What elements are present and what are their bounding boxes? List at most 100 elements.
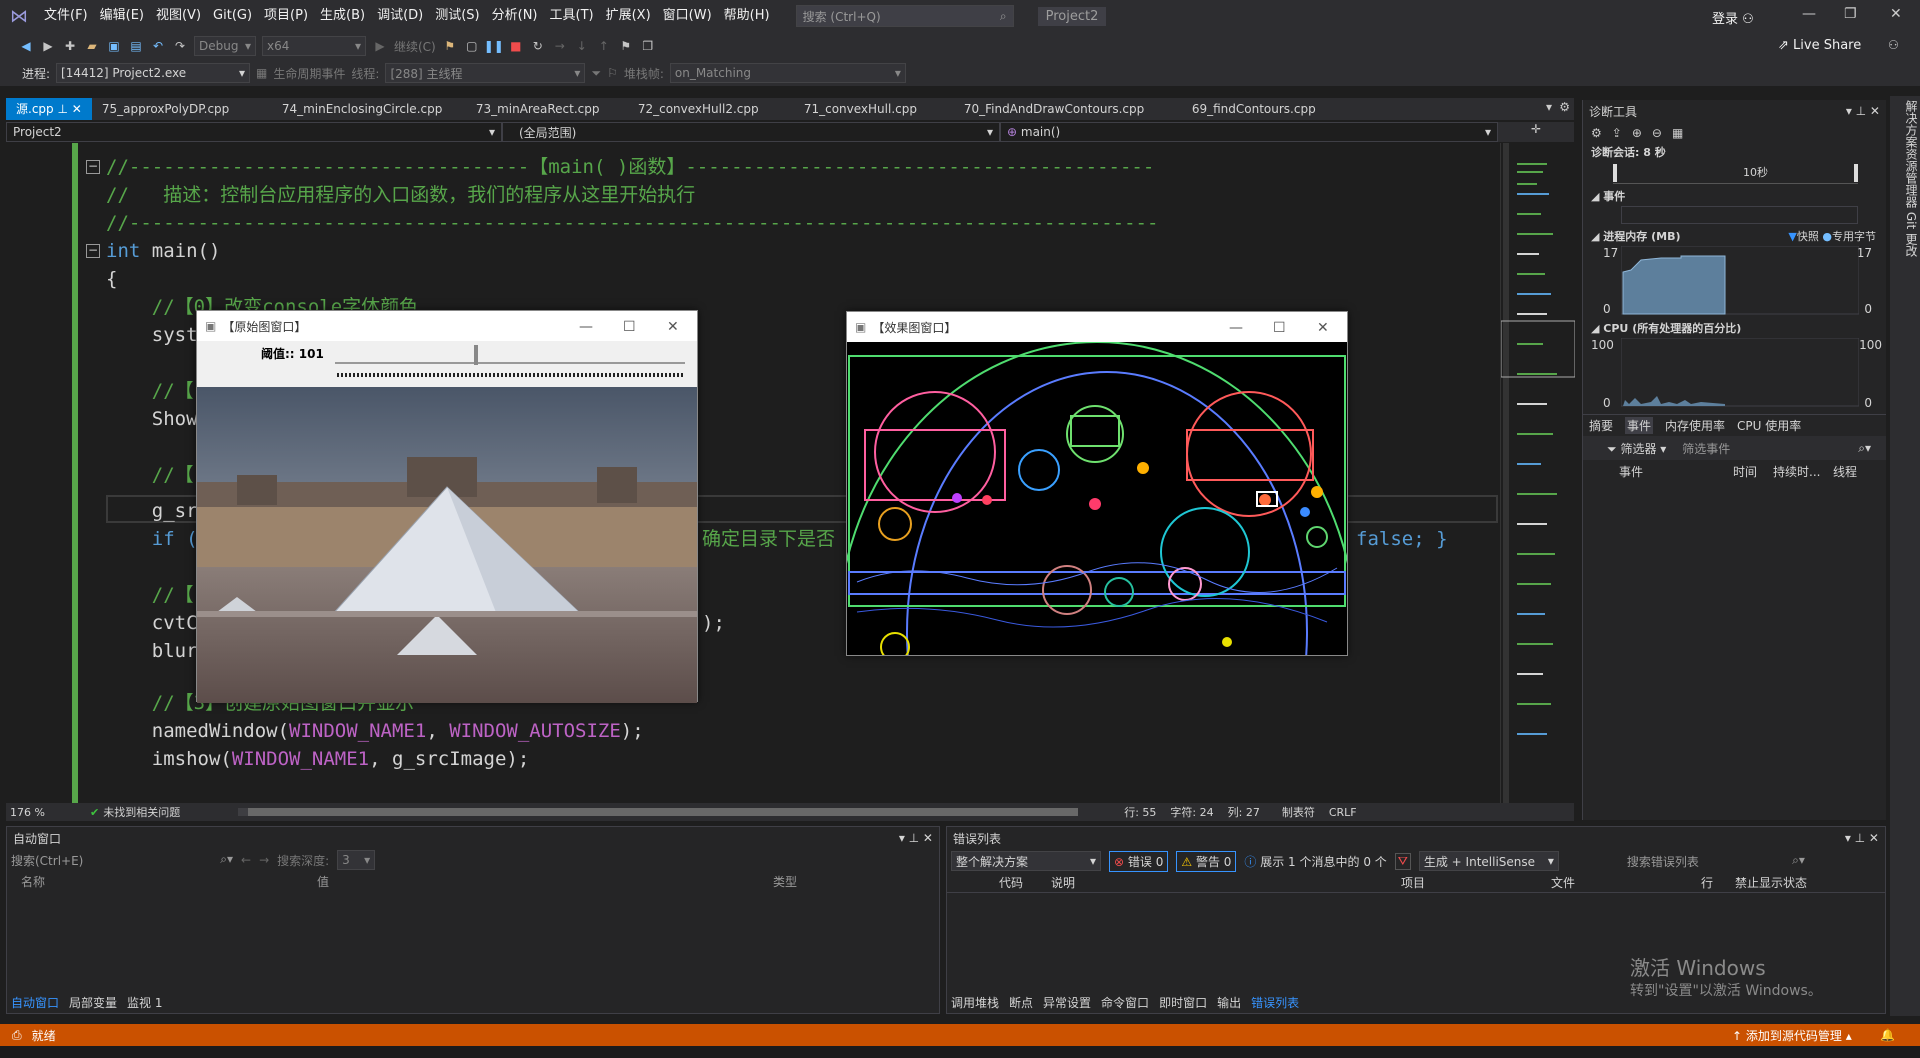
back-icon[interactable]: ◀: [18, 38, 34, 54]
minimize-icon[interactable]: —: [579, 319, 593, 335]
opencv-original-title-bar[interactable]: ▣ 【原始图窗口】 — ☐ ✕: [197, 311, 697, 341]
build-filter-icon[interactable]: ⛛: [1394, 852, 1411, 870]
minimize-icon[interactable]: —: [1802, 6, 1816, 22]
undo-icon[interactable]: ↶: [150, 38, 166, 54]
column-thread[interactable]: 线程: [1833, 463, 1857, 480]
side-tool-strip[interactable]: 解决方案资源管理器 Git 更改: [1890, 96, 1920, 1016]
stack-frame-select[interactable]: on_Matching ▾: [669, 63, 906, 83]
menu-debug[interactable]: 调试(D): [371, 0, 429, 32]
code-minimap-scrollbar[interactable]: [1500, 143, 1576, 803]
memory-section-header[interactable]: ◢ 进程内存 (MB) ▼快照 ●专用字节: [1583, 228, 1886, 246]
export-icon[interactable]: ⇪: [1612, 126, 1622, 140]
step-over-icon[interactable]: ↓: [574, 38, 590, 54]
feedback-icon[interactable]: ⚇: [1888, 38, 1899, 52]
opencv-original-window[interactable]: ▣ 【原始图窗口】 — ☐ ✕ 阈值:: 101: [196, 310, 698, 703]
column-type[interactable]: 类型: [773, 873, 797, 890]
tab-list-icon[interactable]: ▾: [1546, 100, 1552, 114]
tabs-indicator[interactable]: 制表符: [1282, 804, 1315, 820]
add-to-source-control-button[interactable]: ↑ 添加到源代码管理 ▴: [1732, 1027, 1852, 1044]
tab-call-stack[interactable]: 调用堆栈: [951, 994, 999, 1011]
menu-analyze[interactable]: 分析(N): [486, 0, 544, 32]
forward-icon[interactable]: ▶: [40, 38, 56, 54]
menu-view[interactable]: 视图(V): [150, 0, 207, 32]
error-search-input[interactable]: 搜索错误列表 ⌕▾: [1627, 853, 1805, 870]
messages-filter-button[interactable]: ⓘ 展示 1 个消息中的 0 个: [1244, 853, 1386, 870]
pin-icon[interactable]: ⊥: [57, 102, 67, 116]
zoom-out-icon[interactable]: ⊖: [1652, 126, 1662, 140]
platform-select[interactable]: x64 ▾: [262, 36, 366, 56]
maximize-icon[interactable]: ☐: [623, 319, 636, 335]
issues-status[interactable]: 未找到相关问题: [103, 804, 180, 820]
visual-studio-logo-icon[interactable]: ⋈: [0, 0, 38, 32]
member-select[interactable]: ⊕ main() ▾: [1000, 122, 1498, 142]
tab-69-findcontours[interactable]: 69_findContours.cpp: [1182, 98, 1372, 120]
thread-select[interactable]: [288] 主线程 ▾: [385, 63, 586, 83]
scrollbar-thumb[interactable]: [248, 808, 1079, 816]
column-description[interactable]: 说明: [1051, 874, 1401, 891]
close-tab-icon[interactable]: ✕: [72, 102, 82, 116]
panel-controls[interactable]: ▾ ⊥ ✕: [899, 831, 933, 845]
build-source-select[interactable]: 生成 + IntelliSense ▾: [1418, 851, 1559, 871]
tab-error-list[interactable]: 错误列表: [1251, 994, 1299, 1011]
collapse-icon[interactable]: −: [86, 160, 100, 174]
tab-75-approxpolydp[interactable]: 75_approxPolyDP.cpp: [92, 98, 272, 120]
menu-extensions[interactable]: 扩展(X): [600, 0, 657, 32]
sign-in-link[interactable]: 登录 ⚇: [1712, 8, 1754, 27]
reset-view-icon[interactable]: ▦: [1672, 126, 1683, 140]
global-search-input[interactable]: 搜索 (Ctrl+Q) ⌕: [795, 5, 1014, 27]
tab-immediate-window[interactable]: 即时窗口: [1159, 994, 1207, 1011]
tab-74-minenclosingcircle[interactable]: 74_minEnclosingCircle.cpp: [272, 98, 466, 120]
pause-icon[interactable]: ❚❚: [484, 38, 504, 54]
tab-locals[interactable]: 局部变量: [69, 994, 117, 1011]
maximize-icon[interactable]: ☐: [1273, 320, 1286, 336]
menu-file[interactable]: 文件(F): [38, 0, 94, 32]
tab-output[interactable]: 输出: [1217, 994, 1241, 1011]
bookmark-icon[interactable]: ❐: [640, 38, 656, 54]
continue-button[interactable]: 继续(C): [394, 38, 436, 55]
tab-autos[interactable]: 自动窗口: [11, 994, 59, 1011]
column-suppression[interactable]: 禁止显示状态: [1735, 874, 1807, 891]
column-line[interactable]: 行: [1701, 874, 1735, 891]
close-icon[interactable]: ✕: [1317, 320, 1329, 336]
threshold-slider-thumb[interactable]: [473, 345, 478, 365]
column-name[interactable]: 名称: [7, 873, 317, 890]
gear-icon[interactable]: ⚙: [1559, 100, 1570, 114]
process-select[interactable]: [14412] Project2.exe ▾: [56, 63, 251, 83]
tab-exception-settings[interactable]: 异常设置: [1043, 994, 1091, 1011]
tab-watch-1[interactable]: 监视 1: [127, 994, 162, 1011]
project-scope-select[interactable]: Project2 ▾: [6, 122, 502, 142]
autos-search-input[interactable]: 搜索(Ctrl+E) ⌕▾: [11, 852, 233, 869]
save-icon[interactable]: ▣: [106, 38, 122, 54]
menu-project[interactable]: 项目(P): [258, 0, 314, 32]
line-indicator[interactable]: 行: 55: [1124, 804, 1156, 820]
filter-button[interactable]: ⏷ 筛选器 ▾: [1607, 440, 1666, 457]
flag-icon[interactable]: ⚐: [607, 66, 618, 80]
column-code[interactable]: 代码: [947, 874, 1051, 891]
global-scope-select[interactable]: (全局范围) ▾: [502, 122, 1000, 142]
menu-edit[interactable]: 编辑(E): [94, 0, 150, 32]
cpu-section-header[interactable]: ◢ CPU (所有处理器的百分比): [1583, 320, 1886, 338]
configuration-select[interactable]: Debug ▾: [194, 36, 256, 56]
warnings-filter-button[interactable]: ⚠ 警告 0: [1176, 850, 1237, 872]
menu-build[interactable]: 生成(B): [314, 0, 371, 32]
horizontal-scrollbar[interactable]: [238, 808, 1079, 816]
step-into-icon[interactable]: →: [552, 38, 568, 54]
filter-icon[interactable]: ⏷: [591, 66, 601, 81]
tab-cpu-usage[interactable]: CPU 使用率: [1737, 417, 1801, 434]
opencv-result-window[interactable]: ▣ 【效果图窗口】 — ☐ ✕: [836, 311, 1358, 943]
tab-events[interactable]: 事件: [1625, 417, 1654, 434]
tab-source-cpp[interactable]: 源.cpp ⊥ ✕: [6, 98, 92, 120]
hot-reload-icon[interactable]: ⚑: [442, 38, 458, 54]
breakpoint-icon[interactable]: ⚑: [618, 38, 634, 54]
opencv-result-title-bar[interactable]: ▣ 【效果图窗口】 — ☐ ✕: [847, 312, 1347, 342]
scope-select[interactable]: 整个解决方案 ▾: [951, 851, 1101, 871]
menu-test[interactable]: 测试(S): [429, 0, 485, 32]
threshold-slider-track[interactable]: [335, 361, 685, 364]
lifecycle-icon[interactable]: ▦: [256, 66, 267, 80]
tab-command-window[interactable]: 命令窗口: [1101, 994, 1149, 1011]
menu-window[interactable]: 窗口(W): [657, 0, 718, 32]
collapse-icon[interactable]: −: [86, 244, 100, 258]
search-back-icon[interactable]: ←: [241, 853, 251, 867]
new-item-icon[interactable]: ✚: [62, 38, 78, 54]
column-time[interactable]: 时间: [1733, 463, 1773, 480]
